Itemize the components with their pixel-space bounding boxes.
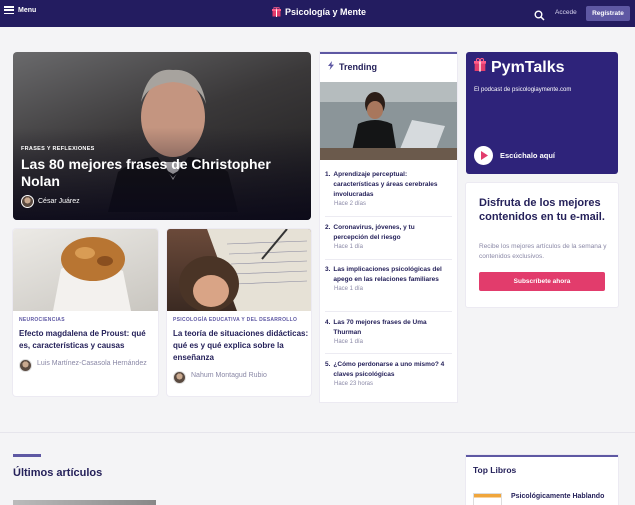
trending-title: Trending (339, 61, 377, 72)
section-divider (0, 432, 635, 433)
article-card[interactable]: PSICOLOGÍA EDUCATIVA Y DEL DESARROLLO La… (167, 229, 311, 396)
trending-item-number: 2. (325, 224, 331, 231)
hero-category[interactable]: FRASES Y REFLEXIONES (21, 146, 95, 152)
top-books-heading: Top Libros (473, 465, 517, 475)
trending-item-title[interactable]: Coronavirus, jóvenes, y tu percepción de… (333, 223, 451, 243)
top-navigation-bar: Menu Psicología y Mente Accede Regístrat… (0, 0, 635, 27)
menu-label: Menu (18, 6, 37, 14)
trending-item-number: 1. (325, 171, 331, 178)
top-books-panel: Top Libros Psicológicamente Hablando (466, 455, 618, 505)
article-card-author[interactable]: Nahum Montagud Rubio (173, 370, 309, 384)
podcast-name-text: PymTalks (491, 58, 565, 76)
divider (325, 259, 452, 260)
hamburger-icon (4, 6, 14, 14)
author-avatar (21, 195, 34, 208)
trending-item-date: Hace 1 día (334, 339, 364, 345)
book-title[interactable]: Psicológicamente Hablando (511, 493, 604, 500)
article-card-image (13, 229, 158, 311)
trending-item-title[interactable]: Las implicaciones psicológicas del apego… (333, 265, 451, 285)
trending-item-title[interactable]: ¿Cómo perdonarse a uno mismo? 4 claves p… (333, 360, 451, 380)
section-accent-bar (13, 454, 41, 457)
site-brand-name: Psicología y Mente (285, 7, 367, 17)
lightning-icon (328, 61, 334, 72)
site-logo[interactable]: Psicología y Mente (272, 7, 366, 17)
article-card-author-name: Luis Martínez-Casasola Hernández (37, 360, 147, 367)
gift-box-logo-icon (474, 57, 486, 77)
trending-item-number: 5. (325, 361, 331, 368)
trending-item-number: 4. (325, 319, 331, 326)
book-cover-image[interactable] (473, 493, 502, 505)
trending-panel: Trending 1. Aprendizaje perceptual: carac… (320, 52, 457, 402)
article-card-author[interactable]: Luis Martínez-Casasola Hernández (19, 358, 156, 372)
trending-item-date: Hace 2 días (334, 201, 367, 207)
trending-item[interactable]: 5. ¿Cómo perdonarse a uno mismo? 4 claves… (325, 360, 451, 387)
article-card[interactable]: NEUROCIENCIAS Efecto magdalena de Proust… (13, 229, 158, 396)
menu-button[interactable]: Menu (4, 6, 36, 14)
latest-article-image[interactable] (13, 500, 156, 505)
trending-item-date: Hace 1 día (334, 286, 364, 292)
author-avatar (19, 359, 32, 372)
article-card-title[interactable]: La teoría de situaciones didácticas: qué… (173, 328, 309, 364)
divider (325, 311, 452, 312)
trending-heading: Trending (328, 61, 377, 72)
podcast-name: PymTalks (474, 57, 565, 77)
podcast-subtitle: El podcast de psicologiaymente.com (474, 87, 572, 93)
trending-item-date: Hace 1 día (334, 244, 364, 250)
newsletter-panel: Disfruta de los mejores contenidos en tu… (466, 183, 618, 307)
login-link[interactable]: Accede (555, 9, 577, 16)
featured-article-card[interactable]: FRASES Y REFLEXIONES Las 80 mejores fras… (13, 52, 311, 220)
search-icon[interactable] (534, 8, 545, 21)
register-button[interactable]: Regístrate (586, 6, 630, 21)
article-card-author-name: Nahum Montagud Rubio (191, 372, 267, 379)
divider (325, 216, 452, 217)
trending-item[interactable]: 3. Las implicaciones psicológicas del ape… (325, 265, 451, 292)
trending-item[interactable]: 1. Aprendizaje perceptual: característica… (325, 170, 451, 207)
gift-box-logo-icon (272, 7, 281, 17)
trending-item[interactable]: 4. Las 70 mejores frases de Uma Thurman H… (325, 318, 451, 345)
trending-item-title[interactable]: Aprendizaje perceptual: características … (333, 170, 451, 200)
article-card-category[interactable]: PSICOLOGÍA EDUCATIVA Y DEL DESARROLLO (173, 317, 297, 323)
article-card-title[interactable]: Efecto magdalena de Proust: qué es, cara… (19, 328, 156, 352)
podcast-listen-button[interactable]: Escúchalo aquí (474, 146, 555, 165)
trending-item-date: Hace 23 horas (334, 381, 374, 387)
podcast-promo[interactable]: PymTalks El podcast de psicologiaymente.… (466, 52, 618, 174)
hero-author[interactable]: César Juárez (21, 195, 80, 208)
hero-title[interactable]: Las 80 mejores frases de Christopher Nol… (21, 156, 301, 190)
hero-author-name: César Juárez (38, 198, 80, 205)
podcast-listen-label: Escúchalo aquí (500, 151, 556, 160)
author-avatar (173, 371, 186, 384)
divider (325, 353, 452, 354)
trending-image[interactable] (320, 82, 457, 160)
article-card-image (167, 229, 311, 311)
newsletter-description: Recibe los mejores artículos de la seman… (479, 243, 607, 260)
newsletter-title: Disfruta de los mejores contenidos en tu… (479, 197, 605, 223)
trending-item-title[interactable]: Las 70 mejores frases de Uma Thurman (333, 318, 451, 338)
subscribe-button[interactable]: Subscríbete ahora (479, 272, 605, 291)
trending-item[interactable]: 2. Coronavirus, jóvenes, y tu percepción … (325, 223, 451, 250)
play-icon[interactable] (474, 146, 493, 165)
trending-item-number: 3. (325, 266, 331, 273)
latest-articles-heading: Últimos artículos (13, 467, 103, 479)
article-card-category[interactable]: NEUROCIENCIAS (19, 317, 65, 323)
